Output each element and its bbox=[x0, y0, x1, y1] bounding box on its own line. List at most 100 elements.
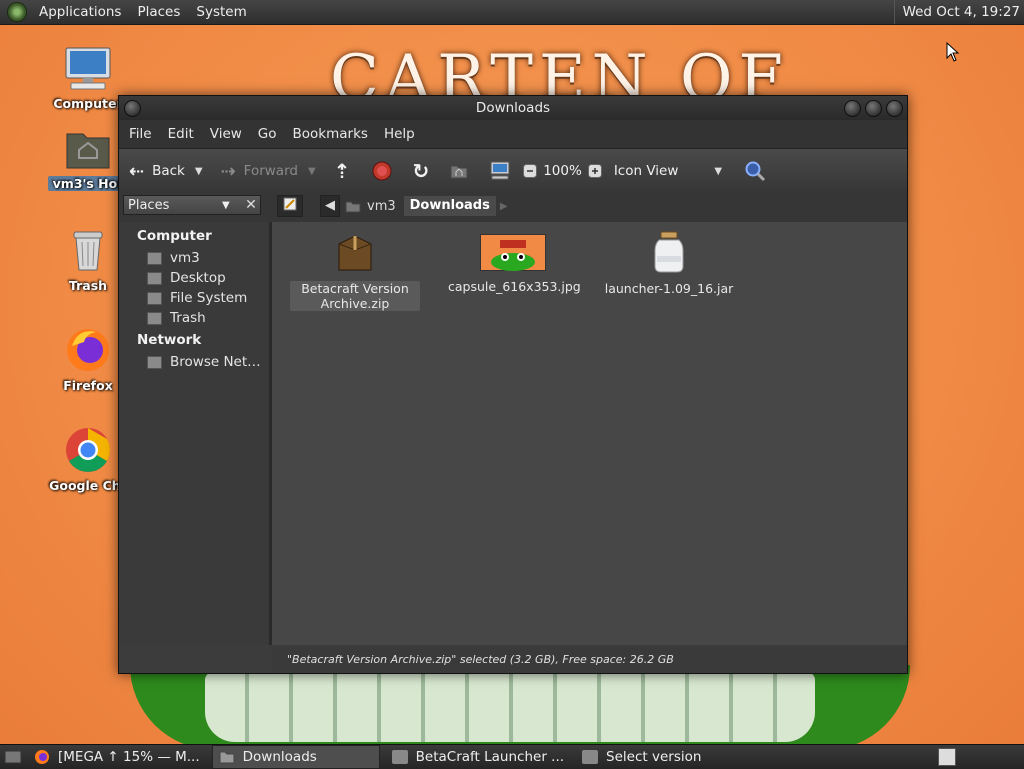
sidebar-item-browse-network[interactable]: Browse Net… bbox=[119, 352, 269, 372]
forward-arrow-icon: ⇢ bbox=[220, 160, 236, 182]
system-menu[interactable]: System bbox=[188, 0, 254, 24]
sidebar-item-label: vm3 bbox=[170, 250, 200, 266]
desktop-icon-label: Google Chr bbox=[49, 478, 127, 493]
drive-icon bbox=[147, 291, 162, 305]
chevron-down-icon: ▼ bbox=[222, 200, 230, 211]
java-icon bbox=[582, 750, 599, 764]
workspace-switcher[interactable] bbox=[938, 748, 956, 766]
applications-menu[interactable]: Applications bbox=[31, 0, 129, 24]
desktop-icon-home[interactable]: vm3's Hor bbox=[48, 128, 128, 191]
sidebar-type-value: Places bbox=[128, 198, 170, 213]
network-icon bbox=[147, 355, 162, 369]
sidebar-item-label: Desktop bbox=[170, 270, 226, 286]
toggle-location-entry-button[interactable] bbox=[277, 195, 303, 217]
chrome-icon bbox=[66, 428, 110, 472]
back-label: Back bbox=[152, 163, 185, 179]
up-button[interactable]: ⇡ bbox=[334, 159, 351, 183]
places-menu[interactable]: Places bbox=[129, 0, 188, 24]
back-history-dropdown-icon[interactable]: ▼ bbox=[195, 166, 203, 177]
sidebar-item-label: Trash bbox=[170, 310, 206, 326]
task-downloads[interactable]: Downloads bbox=[211, 745, 380, 769]
desktop-icon-label: Firefox bbox=[63, 378, 113, 393]
forward-history-dropdown-icon[interactable]: ▼ bbox=[308, 166, 316, 177]
window-title: Downloads bbox=[475, 100, 551, 116]
image-thumbnail-icon bbox=[480, 234, 546, 271]
menu-help[interactable]: Help bbox=[376, 126, 423, 142]
file-name: capsule_616x353.jpg bbox=[448, 279, 581, 294]
maximize-button[interactable] bbox=[865, 100, 882, 117]
breadcrumb-item-downloads[interactable]: Downloads bbox=[403, 196, 496, 216]
distro-logo-icon[interactable] bbox=[7, 2, 27, 22]
menu-bookmarks[interactable]: Bookmarks bbox=[285, 126, 376, 142]
location-bar: Places ▼ ✕ ◀ vm3 Downloads ▶ bbox=[119, 192, 907, 222]
desktop-icon-firefox[interactable]: Firefox bbox=[48, 326, 128, 393]
status-bar: "Betacraft Version Archive.zip" selected… bbox=[272, 646, 907, 673]
zoom-out-button[interactable] bbox=[523, 164, 538, 178]
home-button[interactable] bbox=[449, 162, 469, 180]
show-desktop-icon[interactable] bbox=[4, 749, 22, 765]
desktop-icon-chrome[interactable]: Google Chr bbox=[48, 426, 128, 493]
forward-button[interactable]: ⇢ Forward ▼ bbox=[221, 161, 316, 182]
computer-icon bbox=[65, 47, 111, 90]
window-menu-button[interactable] bbox=[124, 100, 141, 117]
computer-icon bbox=[490, 161, 510, 180]
sidebar-item-label: Browse Net… bbox=[170, 354, 261, 370]
desktop-icon-computer[interactable]: Computer bbox=[48, 46, 128, 111]
menu-file[interactable]: File bbox=[121, 126, 160, 142]
back-button[interactable]: ⇠ Back ▼ bbox=[129, 161, 203, 182]
top-panel: Applications Places System Wed Oct 4, 19… bbox=[0, 0, 1024, 25]
home-icon bbox=[147, 251, 162, 265]
task-select-version[interactable]: Select version bbox=[576, 746, 707, 768]
window-titlebar[interactable]: Downloads bbox=[119, 96, 907, 120]
bottom-panel: [MEGA ↑ 15% — M... Downloads BetaCraft L… bbox=[0, 744, 1024, 769]
sidebar-item-desktop[interactable]: Desktop bbox=[119, 268, 269, 288]
computer-button[interactable] bbox=[489, 161, 511, 181]
sidebar-item-file-system[interactable]: File System bbox=[119, 288, 269, 308]
desktop-icon-label: vm3's Hor bbox=[48, 176, 128, 191]
menu-go[interactable]: Go bbox=[250, 126, 285, 142]
menu-view[interactable]: View bbox=[202, 126, 250, 142]
clock[interactable]: Wed Oct 4, 19:27 bbox=[893, 0, 1020, 24]
close-sidebar-button[interactable]: ✕ bbox=[241, 195, 261, 215]
zoom-in-button[interactable] bbox=[587, 164, 602, 178]
file-item[interactable]: launcher-1.09_16.jar bbox=[604, 230, 734, 296]
file-item[interactable]: Betacraft Version Archive.zip bbox=[290, 232, 420, 311]
chevron-left-icon: ◀ bbox=[325, 198, 335, 213]
reload-button[interactable]: ↻ bbox=[412, 159, 429, 183]
breadcrumb-item-vm3[interactable]: vm3 bbox=[345, 199, 396, 214]
sidebar-item-vm3[interactable]: vm3 bbox=[119, 248, 269, 268]
view-mode-value: Icon View bbox=[613, 163, 679, 179]
view-mode-select[interactable]: Icon View ▼ bbox=[614, 163, 722, 179]
chevron-right-icon[interactable]: ▶ bbox=[500, 201, 508, 212]
firefox-icon bbox=[67, 329, 109, 371]
desktop-icon-label: Trash bbox=[68, 278, 108, 293]
sidebar-item-trash[interactable]: Trash bbox=[119, 308, 269, 328]
task-label: BetaCraft Launcher ... bbox=[415, 749, 565, 765]
task-label: Select version bbox=[606, 749, 702, 765]
breadcrumb-label: vm3 bbox=[367, 198, 396, 214]
task-label: [MEGA ↑ 15% — M... bbox=[58, 749, 200, 765]
zoom-level: 100% bbox=[543, 163, 582, 179]
task-betacraft[interactable]: BetaCraft Launcher ... bbox=[386, 746, 570, 768]
stop-button[interactable] bbox=[372, 161, 392, 181]
archive-icon bbox=[338, 235, 372, 271]
home-folder-icon bbox=[66, 133, 110, 169]
search-button[interactable] bbox=[744, 160, 766, 182]
close-button[interactable] bbox=[886, 100, 903, 117]
task-mega[interactable]: [MEGA ↑ 15% — M... bbox=[28, 746, 206, 768]
breadcrumb-back-arrow[interactable]: ◀ bbox=[320, 195, 340, 217]
wallpaper-teeth bbox=[205, 672, 815, 742]
desktop-icon-trash[interactable]: Trash bbox=[48, 228, 128, 293]
java-icon bbox=[391, 750, 408, 764]
sidebar-heading-computer: Computer bbox=[137, 228, 212, 244]
zoom-out-icon bbox=[523, 164, 538, 178]
menu-edit[interactable]: Edit bbox=[160, 126, 202, 142]
file-view[interactable]: Betacraft Version Archive.zip capsule_61… bbox=[272, 222, 907, 645]
desktop-icon-label: Computer bbox=[53, 96, 123, 111]
search-icon bbox=[745, 161, 766, 182]
jar-icon bbox=[654, 231, 684, 273]
home-icon bbox=[450, 165, 468, 179]
file-item[interactable]: capsule_616x353.jpg bbox=[448, 232, 581, 294]
home-icon bbox=[345, 201, 361, 213]
minimize-button[interactable] bbox=[844, 100, 861, 117]
